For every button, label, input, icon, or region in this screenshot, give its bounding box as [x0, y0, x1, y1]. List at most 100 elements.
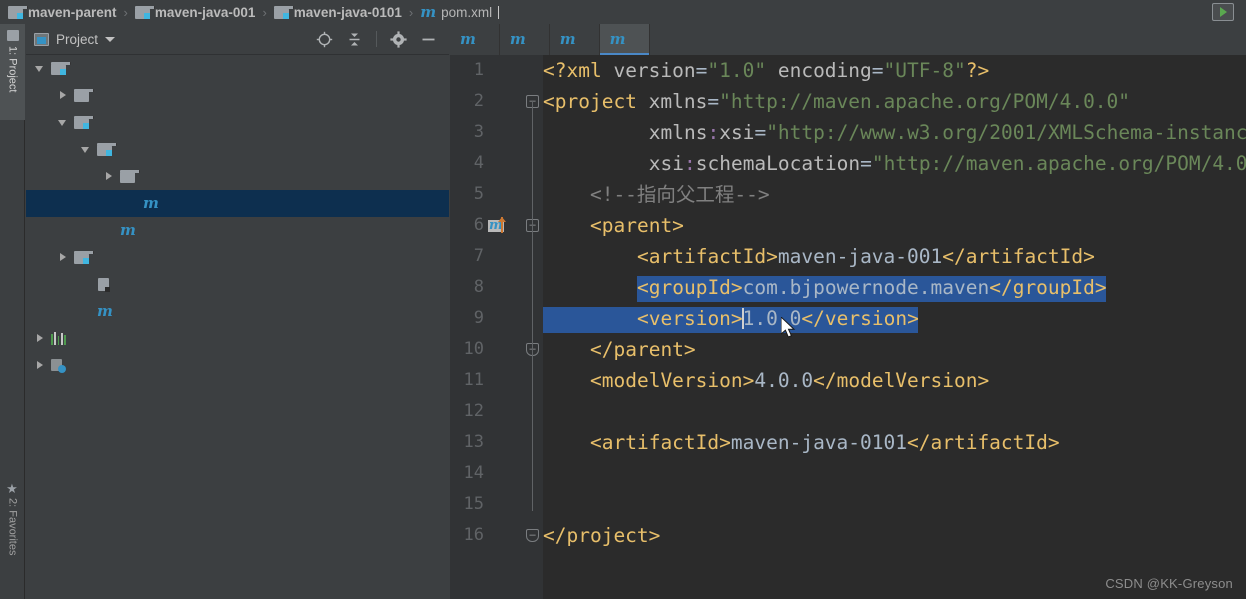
- tree-expand-arrow[interactable]: [103, 170, 116, 183]
- line-number: 2: [473, 91, 484, 111]
- maven-parent-nav-icon[interactable]: m: [488, 217, 510, 234]
- gutter-line[interactable]: 11: [450, 365, 543, 396]
- line-number: 10: [463, 339, 484, 359]
- code-line[interactable]: <modelVersion>4.0.0</modelVersion>: [543, 365, 1246, 396]
- maven-m-icon: m: [609, 30, 626, 48]
- gutter-line[interactable]: 14: [450, 458, 543, 489]
- tree-row[interactable]: [26, 244, 449, 271]
- editor-tab-maven-web-001[interactable]: m: [499, 24, 550, 55]
- left-tool-strip: 1: Project ★ 2: Favorites: [0, 24, 25, 599]
- code-line[interactable]: <project xmlns="http://maven.apache.org/…: [543, 86, 1246, 117]
- gutter-line[interactable]: 10: [450, 334, 543, 365]
- code-content[interactable]: <?xml version="1.0" encoding="UTF-8"?> <p…: [543, 55, 1246, 599]
- tree-row[interactable]: [26, 109, 449, 136]
- sidebar-tab-label: 1: Project: [6, 46, 19, 93]
- gutter-line[interactable]: 5: [450, 179, 543, 210]
- code-line[interactable]: <artifactId>maven-java-001</artifactId>: [543, 241, 1246, 272]
- tree-expand-arrow[interactable]: [57, 116, 70, 129]
- code-line-text: xmlns:xsi="http://www.w3.org/2001/XMLSch…: [648, 121, 1246, 144]
- sidebar-tab-favorites[interactable]: ★ 2: Favorites: [0, 476, 25, 576]
- code-line[interactable]: <version>1.0.0</version>: [543, 303, 1246, 334]
- code-line[interactable]: <groupId>com.bjpowernode.maven</groupId>: [543, 272, 1246, 303]
- tree-row[interactable]: [26, 55, 449, 82]
- gutter-line[interactable]: 3: [450, 117, 543, 148]
- gutter-line[interactable]: 16: [450, 520, 543, 551]
- tree-row[interactable]: m: [26, 298, 449, 325]
- editor-gutter[interactable]: 123456m78910111213141516: [450, 55, 543, 599]
- scratches-icon: [51, 358, 66, 373]
- preview-window-button[interactable]: [1212, 3, 1234, 21]
- gutter-line[interactable]: 15: [450, 489, 543, 520]
- code-line[interactable]: </project>: [543, 520, 1246, 551]
- project-view-selector[interactable]: Project: [34, 32, 116, 47]
- editor-tab-maven-java-0101[interactable]: m: [599, 24, 650, 55]
- breadcrumb-label: maven-java-001: [154, 4, 256, 20]
- tree-row[interactable]: [26, 82, 449, 109]
- code-line[interactable]: xsi:schemaLocation="http://maven.apache.…: [543, 148, 1246, 179]
- line-number: 15: [463, 494, 484, 514]
- code-line[interactable]: <!--指向父工程-->: [543, 179, 1246, 210]
- editor-tab-maven-java-001[interactable]: m: [549, 24, 600, 55]
- line-number: 5: [473, 184, 484, 204]
- settings-gear-icon[interactable]: [390, 30, 407, 48]
- code-line[interactable]: [543, 489, 1246, 520]
- collapse-all-icon[interactable]: [346, 31, 363, 48]
- tree-expand-arrow[interactable]: [57, 89, 70, 102]
- hide-panel-icon[interactable]: [420, 31, 437, 48]
- tree-row[interactable]: m: [26, 217, 449, 244]
- breadcrumb-item-maven-java-001[interactable]: maven-java-001: [133, 5, 258, 20]
- breadcrumb-label: maven-parent: [28, 4, 117, 20]
- gutter-line[interactable]: 9: [450, 303, 543, 334]
- code-line[interactable]: xmlns:xsi="http://www.w3.org/2001/XMLSch…: [543, 117, 1246, 148]
- code-line[interactable]: </parent>: [543, 334, 1246, 365]
- code-line[interactable]: <artifactId>maven-java-0101</artifactId>: [543, 427, 1246, 458]
- line-number: 14: [463, 463, 484, 483]
- maven-m-icon: m: [120, 221, 136, 239]
- gutter-line[interactable]: 12: [450, 396, 543, 427]
- tree-row[interactable]: [26, 163, 449, 190]
- gutter-line[interactable]: 8: [450, 272, 543, 303]
- gutter-line[interactable]: 6m: [450, 210, 543, 241]
- chevron-down-icon[interactable]: [105, 36, 116, 42]
- breadcrumb-item-pom-xml[interactable]: m pom.xml: [418, 4, 501, 20]
- gutter-line[interactable]: 13: [450, 427, 543, 458]
- code-line[interactable]: [543, 458, 1246, 489]
- module-folder-icon: [8, 5, 28, 19]
- sidebar-tab-project[interactable]: 1: Project: [0, 24, 25, 120]
- code-line[interactable]: <?xml version="1.0" encoding="UTF-8"?>: [543, 55, 1246, 86]
- code-line-text: <version>1.0.0</version>: [637, 307, 919, 330]
- tree-expand-arrow[interactable]: [34, 359, 47, 372]
- code-line[interactable]: [543, 396, 1246, 427]
- tree-row[interactable]: [26, 352, 449, 379]
- tree-row[interactable]: [26, 271, 449, 298]
- breadcrumb-item-maven-java-0101[interactable]: maven-java-0101: [272, 5, 404, 20]
- tree-row[interactable]: [26, 136, 449, 163]
- code-line[interactable]: <parent>: [543, 210, 1246, 241]
- code-editor[interactable]: 123456m78910111213141516 <?xml version="…: [450, 55, 1246, 599]
- tree-expand-arrow[interactable]: [34, 62, 47, 75]
- project-panel: Project mmm: [26, 24, 449, 599]
- tree-row[interactable]: m: [26, 190, 449, 217]
- tree-expand-arrow[interactable]: [80, 143, 93, 156]
- gutter-line[interactable]: 4: [450, 148, 543, 179]
- tree-expand-arrow[interactable]: [57, 251, 70, 264]
- project-tree[interactable]: mmm: [26, 55, 449, 599]
- gutter-line[interactable]: 7: [450, 241, 543, 272]
- line-number: 3: [473, 122, 484, 142]
- maven-m-icon: m: [509, 30, 526, 48]
- idea-window: maven-parent › maven-java-001 › maven-ja…: [0, 0, 1246, 599]
- breadcrumb-item-maven-parent[interactable]: maven-parent: [6, 5, 119, 20]
- editor-tab-maven-parent[interactable]: m: [450, 24, 500, 55]
- code-fold-toggle[interactable]: [526, 529, 539, 542]
- code-line-text: <artifactId>maven-java-001</artifactId>: [637, 245, 1095, 268]
- maven-m-icon: m: [460, 30, 476, 48]
- locate-icon[interactable]: [316, 31, 333, 48]
- code-line-text: <groupId>com.bjpowernode.maven</groupId>: [637, 276, 1107, 299]
- module-folder-icon: [97, 143, 117, 156]
- gutter-line[interactable]: 1: [450, 55, 543, 86]
- tree-expand-arrow[interactable]: [34, 332, 47, 345]
- project-panel-toolbar: [316, 30, 445, 48]
- gutter-line[interactable]: 2: [450, 86, 543, 117]
- tree-row[interactable]: [26, 325, 449, 352]
- line-number: 9: [473, 308, 484, 328]
